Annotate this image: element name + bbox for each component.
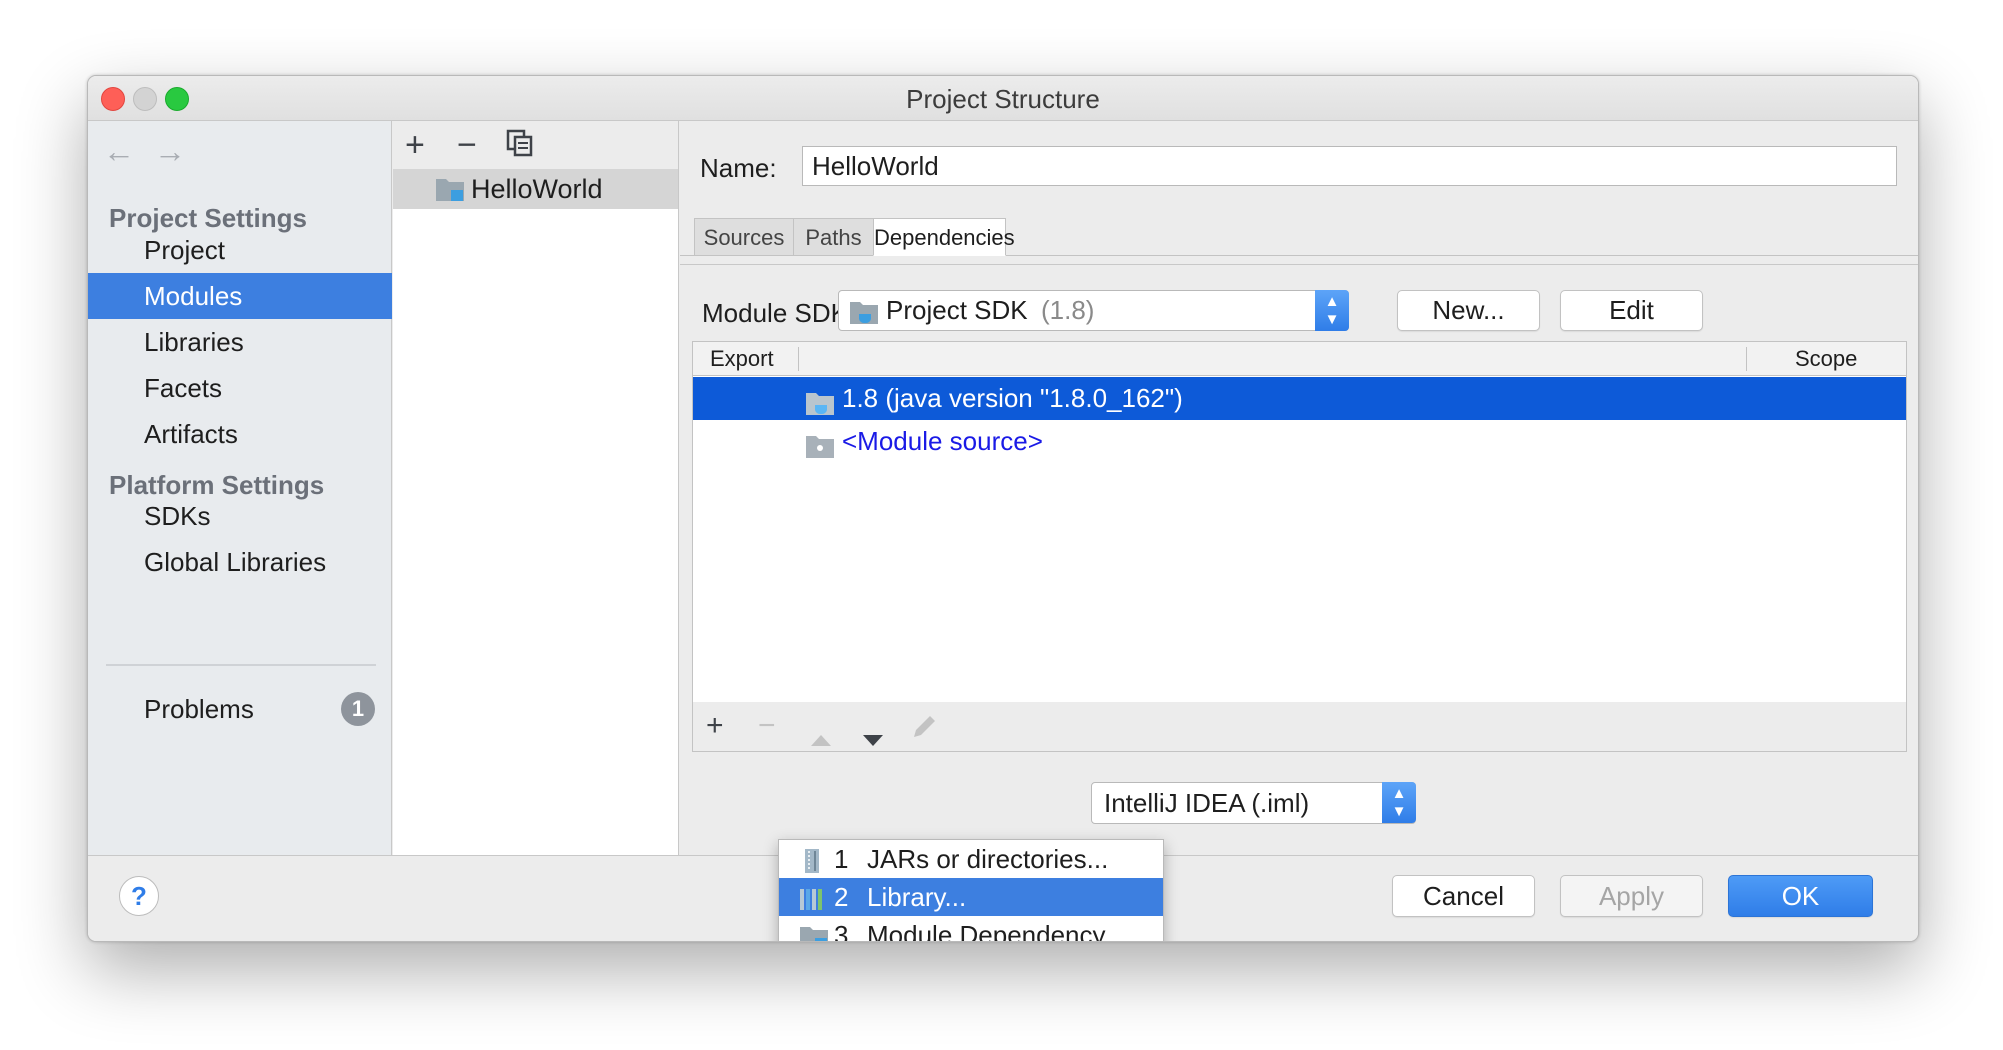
sidebar-item-modules[interactable]: Modules xyxy=(88,273,392,319)
module-folder-icon xyxy=(435,176,465,207)
module-folder-icon xyxy=(799,922,828,941)
tab-paths[interactable]: Paths xyxy=(793,218,874,256)
settings-sidebar: ← → Project Settings Project Modules Lib… xyxy=(88,121,392,855)
add-module-icon[interactable]: + xyxy=(405,125,425,165)
dependencies-panel: Module SDK: Project SDK (1.8) ▲ ▼ New... … xyxy=(680,264,1918,855)
column-divider xyxy=(798,347,799,371)
name-label: Name: xyxy=(700,153,777,183)
module-list-item[interactable]: HelloWorld xyxy=(393,169,678,209)
chevron-up-down-icon: ▲ ▼ xyxy=(1382,782,1416,823)
module-detail-panel: Name: Sources Paths Dependencies Module … xyxy=(680,121,1918,855)
remove-module-icon[interactable]: − xyxy=(457,125,477,165)
menu-item-library[interactable]: 2 Library... xyxy=(779,878,1163,916)
problems-count-badge: 1 xyxy=(341,692,375,726)
dependencies-table: Export Scope 1.8 (java version "1.8.0_16… xyxy=(692,341,1907,703)
module-name-label: HelloWorld xyxy=(471,174,603,204)
table-row-module-source[interactable]: <Module source> xyxy=(693,420,1906,463)
move-down-icon[interactable] xyxy=(861,719,885,759)
window-title: Project Structure xyxy=(906,84,1100,114)
apply-button[interactable]: Apply xyxy=(1560,875,1703,917)
forward-arrow-icon[interactable]: → xyxy=(154,131,186,171)
column-divider xyxy=(1746,347,1747,371)
menu-item-label: Library... xyxy=(867,882,967,912)
jdk-label: 1.8 (java version "1.8.0_162") xyxy=(842,383,1183,413)
column-header-scope[interactable]: Scope xyxy=(1795,342,1857,376)
tab-sources[interactable]: Sources xyxy=(694,218,794,256)
sidebar-item-project[interactable]: Project xyxy=(88,227,392,273)
menu-item-jars-or-directories[interactable]: 1 JARs or directories... xyxy=(779,840,1163,878)
ok-button[interactable]: OK xyxy=(1728,875,1873,917)
sidebar-item-facets[interactable]: Facets xyxy=(88,365,392,411)
module-name-input[interactable] xyxy=(802,146,1897,186)
copy-icon[interactable] xyxy=(505,127,535,167)
move-up-icon[interactable] xyxy=(809,718,833,758)
sdk-value: Project SDK xyxy=(886,295,1028,325)
menu-item-module-dependency[interactable]: 3 Module Dependency... xyxy=(779,916,1163,942)
menu-item-number: 1 xyxy=(834,844,849,874)
menu-item-label: Module Dependency... xyxy=(867,920,1126,942)
source-folder-icon xyxy=(805,429,835,472)
menu-item-number: 2 xyxy=(834,882,849,912)
dependencies-toolbar: + − xyxy=(692,702,1907,752)
sidebar-divider xyxy=(106,664,376,666)
sdk-folder-icon xyxy=(849,299,879,330)
module-sdk-label: Module SDK: xyxy=(702,298,856,328)
column-header-export[interactable]: Export xyxy=(710,342,774,376)
table-row-jdk[interactable]: 1.8 (java version "1.8.0_162") xyxy=(693,377,1906,420)
format-value: IntelliJ IDEA (.iml) xyxy=(1104,788,1310,818)
sidebar-item-global-libraries[interactable]: Global Libraries xyxy=(88,539,392,585)
menu-item-label: JARs or directories... xyxy=(867,844,1109,874)
edit-sdk-button[interactable]: Edit xyxy=(1560,290,1703,331)
modules-toolbar: + − xyxy=(393,121,678,169)
module-format-select[interactable]: IntelliJ IDEA (.iml) ▲ ▼ xyxy=(1091,782,1416,824)
module-source-label: <Module source> xyxy=(842,426,1043,456)
modules-panel: + − HelloWorld xyxy=(393,121,679,855)
chevron-up-down-icon: ▲ ▼ xyxy=(1315,290,1349,331)
sidebar-item-sdks[interactable]: SDKs xyxy=(88,493,392,539)
add-dependency-popup-menu: 1 JARs or directories... 2 Library... 3 … xyxy=(778,839,1164,942)
jar-icon xyxy=(799,846,825,873)
tab-dependencies[interactable]: Dependencies xyxy=(873,218,1015,256)
module-sdk-select[interactable]: Project SDK (1.8) ▲ ▼ xyxy=(838,290,1349,331)
cancel-button[interactable]: Cancel xyxy=(1392,875,1535,917)
table-header: Export Scope xyxy=(693,342,1906,376)
edit-pencil-icon[interactable] xyxy=(910,712,938,752)
sdk-version: (1.8) xyxy=(1041,295,1095,325)
add-dependency-icon[interactable]: + xyxy=(706,706,724,746)
library-icon xyxy=(799,884,825,910)
module-tabs: Sources Paths Dependencies xyxy=(680,218,1918,256)
project-structure-dialog: Project Structure ← → Project Settings P… xyxy=(87,75,1919,942)
menu-item-number: 3 xyxy=(834,920,849,942)
help-button[interactable]: ? xyxy=(119,876,159,916)
title-bar: Project Structure xyxy=(88,76,1918,121)
sidebar-item-libraries[interactable]: Libraries xyxy=(88,319,392,365)
sidebar-item-artifacts[interactable]: Artifacts xyxy=(88,411,392,457)
new-sdk-button[interactable]: New... xyxy=(1397,290,1540,331)
back-arrow-icon[interactable]: ← xyxy=(103,131,135,171)
remove-dependency-icon[interactable]: − xyxy=(758,706,776,746)
